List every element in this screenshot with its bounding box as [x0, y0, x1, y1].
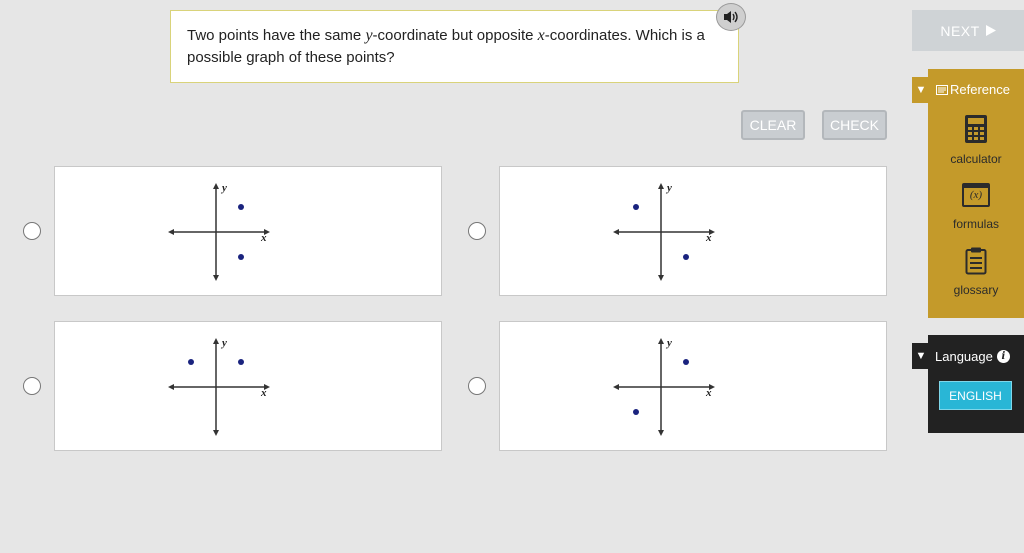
data-point — [238, 359, 244, 365]
data-point — [633, 409, 639, 415]
choice-d-graph[interactable]: yx — [499, 321, 887, 451]
reference-title: Reference — [950, 82, 1010, 97]
reference-collapse-toggle[interactable]: ▼ — [912, 77, 930, 103]
x-axis-arrow-left — [168, 384, 174, 390]
y-axis-label: y — [220, 337, 227, 349]
clear-label: CLEAR — [749, 117, 797, 133]
next-label: NEXT — [940, 22, 980, 39]
y-axis-arrow-bottom — [658, 430, 664, 436]
question-text-1: Two points have the same — [187, 27, 366, 44]
coordinate-plane: yx — [168, 182, 270, 281]
glossary-icon — [965, 247, 987, 275]
x-axis-arrow-left — [168, 229, 174, 235]
data-point — [238, 204, 244, 210]
formulas-button[interactable]: (x) — [962, 183, 990, 207]
calculator-button[interactable] — [964, 114, 988, 149]
y-axis-label: y — [665, 182, 672, 194]
formulas-label[interactable]: formulas — [928, 217, 1024, 231]
speaker-button[interactable] — [716, 3, 746, 31]
data-point — [683, 359, 689, 365]
reference-icon — [936, 84, 948, 95]
y-axis-arrow-bottom — [213, 430, 219, 436]
y-axis-arrow-top — [213, 183, 219, 189]
next-button[interactable]: NEXT — [912, 10, 1024, 51]
check-button[interactable]: CHECK — [822, 110, 887, 140]
x-axis-arrow-left — [613, 229, 619, 235]
question-var-x: x — [537, 27, 545, 44]
question-text-2: -coordinate but opposite — [372, 27, 538, 44]
language-title: Language — [935, 349, 993, 364]
choice-c-graph[interactable]: yx — [54, 321, 442, 451]
language-header[interactable]: Language i — [935, 349, 1010, 364]
question-box: Two points have the same y-coordinate bu… — [170, 10, 739, 83]
choice-d-radio[interactable] — [468, 377, 486, 395]
english-button[interactable]: ENGLISH — [939, 381, 1012, 410]
y-axis-arrow-top — [658, 183, 664, 189]
data-point — [238, 254, 244, 260]
check-label: CHECK — [829, 117, 879, 133]
x-axis-label: x — [705, 232, 712, 244]
clear-button[interactable]: CLEAR — [741, 110, 805, 140]
x-axis-arrow-left — [613, 384, 619, 390]
info-icon[interactable]: i — [996, 350, 1010, 363]
question-var-y: y — [365, 27, 373, 44]
y-axis-arrow-bottom — [213, 275, 219, 281]
y-axis-arrow-top — [658, 338, 664, 344]
data-point — [683, 254, 689, 260]
x-axis-label: x — [260, 387, 267, 399]
formulas-icon-text: (x) — [969, 189, 983, 201]
choice-b-graph[interactable]: yx — [499, 166, 887, 296]
choice-b-radio[interactable] — [468, 222, 486, 240]
x-axis-label: x — [705, 387, 712, 399]
x-axis-label: x — [260, 232, 267, 244]
reference-header[interactable]: Reference — [936, 82, 1010, 97]
speaker-icon — [724, 11, 738, 23]
glossary-button[interactable] — [965, 247, 987, 280]
y-axis-label: y — [665, 337, 672, 349]
play-arrow-icon — [985, 25, 996, 36]
coordinate-plane: yx — [613, 182, 715, 281]
choice-c-radio[interactable] — [23, 377, 41, 395]
calculator-label[interactable]: calculator — [928, 152, 1024, 166]
choice-a-radio[interactable] — [23, 222, 41, 240]
data-point — [188, 359, 194, 365]
y-axis-arrow-bottom — [658, 275, 664, 281]
calculator-icon — [965, 115, 987, 143]
coordinate-plane: yx — [168, 337, 270, 436]
data-point — [633, 204, 639, 210]
language-collapse-toggle[interactable]: ▼ — [912, 343, 930, 369]
y-axis-arrow-top — [213, 338, 219, 344]
glossary-label[interactable]: glossary — [928, 283, 1024, 297]
choice-a-graph[interactable]: yx — [54, 166, 442, 296]
coordinate-plane: yx — [613, 337, 715, 436]
y-axis-label: y — [220, 182, 227, 194]
